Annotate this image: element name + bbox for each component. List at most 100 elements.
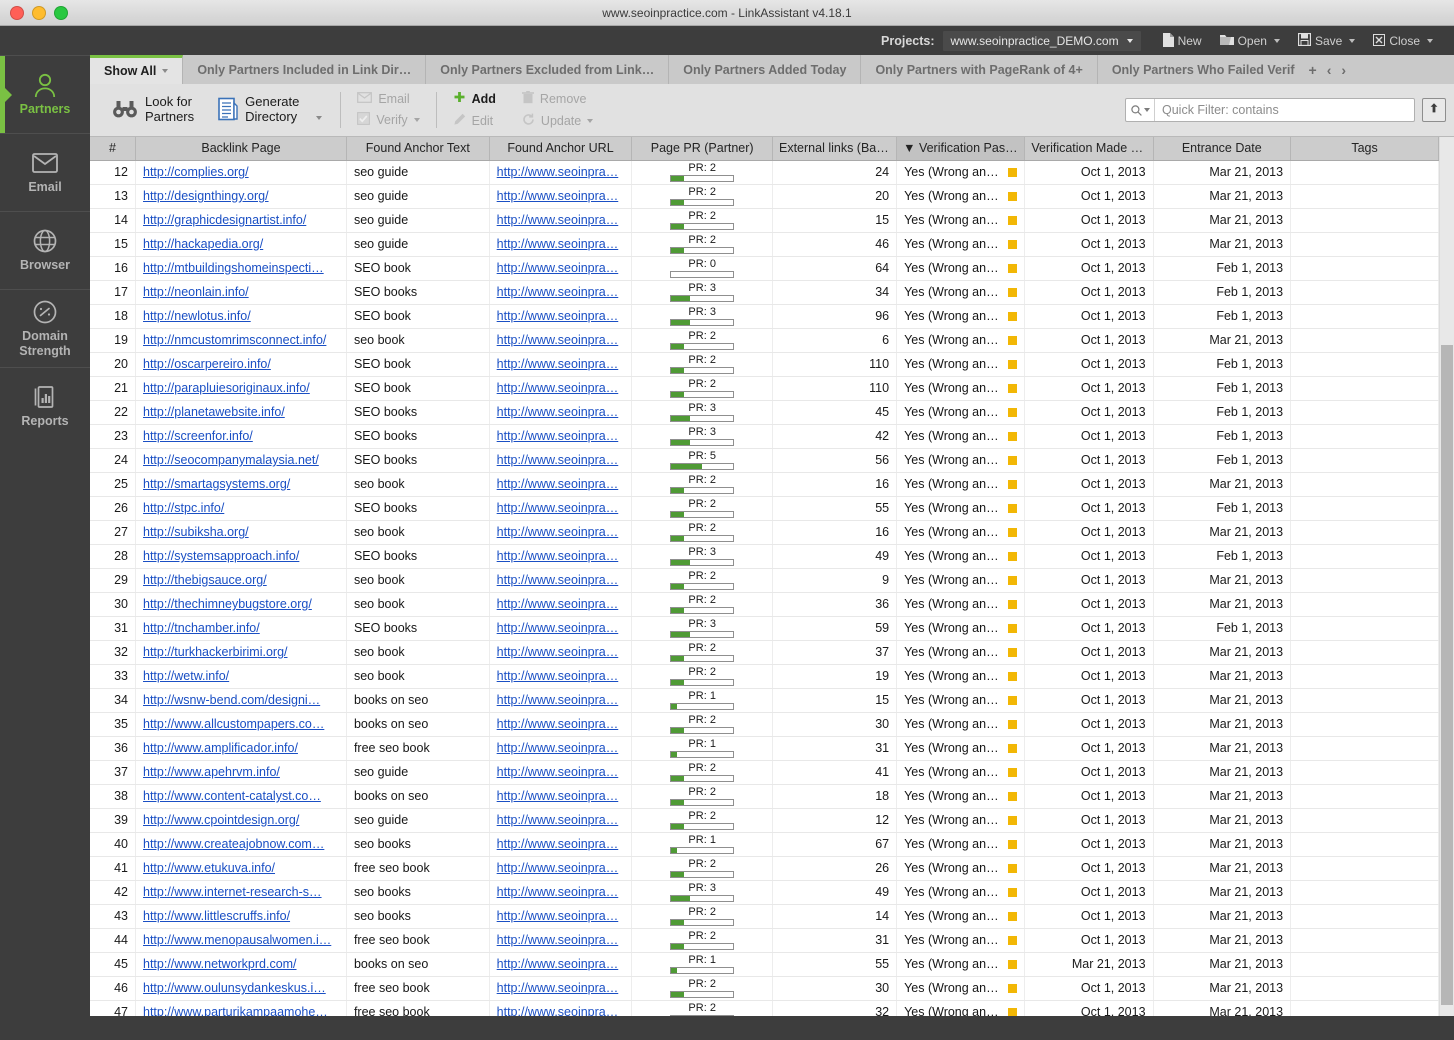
table-row[interactable]: 28 http://systemsapproach.info/SEO books h… xyxy=(90,544,1439,569)
backlink-page-link[interactable]: http://stpc.info/ xyxy=(143,501,224,515)
cell-anchor-url[interactable]: http://www.seoinpra… xyxy=(489,616,633,641)
backlink-page-link[interactable]: http://wsnw-bend.com/designi… xyxy=(143,693,320,707)
backlink-page-link[interactable]: http://designthingy.org/ xyxy=(143,189,269,203)
table-row[interactable]: 30 http://thechimneybugstore.org/seo book… xyxy=(90,592,1439,617)
verify-button[interactable]: Verify xyxy=(351,110,425,130)
backlink-page-link[interactable]: http://thebigsauce.org/ xyxy=(143,573,267,587)
cell-backlink-page[interactable]: http://www.content-catalyst.co… xyxy=(135,784,347,809)
table-row[interactable]: 40 http://www.createajobnow.com… seo books… xyxy=(90,832,1439,857)
cell-backlink-page[interactable]: http://thechimneybugstore.org/ xyxy=(135,592,347,617)
cell-backlink-page[interactable]: http://www.allcustompapers.co… xyxy=(135,712,347,737)
cell-anchor-url[interactable]: http://www.seoinpra… xyxy=(489,832,633,857)
anchor-url-link[interactable]: http://www.seoinpra… xyxy=(497,261,619,275)
cell-anchor-url[interactable]: http://www.seoinpra… xyxy=(489,232,633,257)
anchor-url-link[interactable]: http://www.seoinpra… xyxy=(497,453,619,467)
anchor-url-link[interactable]: http://www.seoinpra… xyxy=(497,693,619,707)
quick-filter-input[interactable]: Quick Filter: contains xyxy=(1125,98,1415,122)
table-row[interactable]: 31 http://tnchamber.info/SEO books http://… xyxy=(90,616,1439,641)
column-header-anchor_url[interactable]: Found Anchor URL xyxy=(489,137,633,161)
sidebar-item-reports[interactable]: Reports xyxy=(0,367,90,445)
cell-anchor-url[interactable]: http://www.seoinpra… xyxy=(489,256,633,281)
anchor-url-link[interactable]: http://www.seoinpra… xyxy=(497,933,619,947)
anchor-url-link[interactable]: http://www.seoinpra… xyxy=(497,213,619,227)
cell-backlink-page[interactable]: http://wetw.info/ xyxy=(135,664,347,689)
sidebar-item-partners[interactable]: Partners xyxy=(0,55,90,133)
tab-show-all[interactable]: Show All xyxy=(90,55,184,84)
column-header-page_pr[interactable]: Page PR (Partner) xyxy=(631,137,773,161)
export-button[interactable] xyxy=(1422,98,1446,122)
look-for-partners-button[interactable]: Look for Partners xyxy=(104,91,202,128)
cell-backlink-page[interactable]: http://stpc.info/ xyxy=(135,496,347,521)
backlink-page-link[interactable]: http://mtbuildingshomeinspecti… xyxy=(143,261,324,275)
table-row[interactable]: 26 http://stpc.info/SEO books http://www.s… xyxy=(90,496,1439,521)
update-button[interactable]: Update xyxy=(516,111,599,131)
anchor-url-link[interactable]: http://www.seoinpra… xyxy=(497,549,619,563)
cell-backlink-page[interactable]: http://systemsapproach.info/ xyxy=(135,544,347,569)
tab-failed-verification[interactable]: Only Partners Who Failed Verif xyxy=(1098,55,1299,84)
anchor-url-link[interactable]: http://www.seoinpra… xyxy=(497,285,619,299)
backlink-page-link[interactable]: http://oscarpereiro.info/ xyxy=(143,357,271,371)
table-row[interactable]: 35 http://www.allcustompapers.co… books on… xyxy=(90,712,1439,737)
chevron-down-icon[interactable] xyxy=(413,118,420,122)
table-row[interactable]: 23 http://screenfor.info/SEO books http://… xyxy=(90,424,1439,449)
anchor-url-link[interactable]: http://www.seoinpra… xyxy=(497,837,619,851)
cell-anchor-url[interactable]: http://www.seoinpra… xyxy=(489,376,633,401)
add-tab-button[interactable]: + xyxy=(1309,62,1317,78)
backlink-page-link[interactable]: http://nmcustomrimsconnect.info/ xyxy=(143,333,326,347)
backlink-page-link[interactable]: http://www.oulunsydankeskus.i… xyxy=(143,981,326,995)
cell-anchor-url[interactable]: http://www.seoinpra… xyxy=(489,952,633,977)
column-header-num[interactable]: # xyxy=(90,137,136,161)
anchor-url-link[interactable]: http://www.seoinpra… xyxy=(497,597,619,611)
backlink-page-link[interactable]: http://parapluiesoriginaux.info/ xyxy=(143,381,310,395)
tab-added-today[interactable]: Only Partners Added Today xyxy=(669,55,862,84)
column-header-tags[interactable]: Tags xyxy=(1290,137,1439,161)
backlink-page-link[interactable]: http://systemsapproach.info/ xyxy=(143,549,299,563)
close-project-button[interactable]: Close xyxy=(1364,31,1442,51)
backlink-page-link[interactable]: http://graphicdesignartist.info/ xyxy=(143,213,306,227)
table-row[interactable]: 20 http://oscarpereiro.info/SEO book http:… xyxy=(90,352,1439,377)
table-row[interactable]: 18 http://newlotus.info/SEO book http://ww… xyxy=(90,304,1439,329)
edit-button[interactable]: Edit xyxy=(447,111,502,131)
column-header-verification_passed[interactable]: ▼ Verification Passed xyxy=(896,137,1026,161)
close-window-button[interactable] xyxy=(10,5,24,20)
backlink-page-link[interactable]: http://www.cpointdesign.org/ xyxy=(143,813,299,827)
column-header-anchor_text[interactable]: Found Anchor Text xyxy=(346,137,490,161)
anchor-url-link[interactable]: http://www.seoinpra… xyxy=(497,357,619,371)
cell-backlink-page[interactable]: http://www.etukuva.info/ xyxy=(135,856,347,881)
table-row[interactable]: 24 http://seocompanymalaysia.net/SEO book… xyxy=(90,448,1439,473)
chevron-down-icon[interactable] xyxy=(316,115,323,120)
table-row[interactable]: 44 http://www.menopausalwomen.i… free seo … xyxy=(90,928,1439,953)
anchor-url-link[interactable]: http://www.seoinpra… xyxy=(497,501,619,515)
cell-anchor-url[interactable]: http://www.seoinpra… xyxy=(489,472,633,497)
table-row[interactable]: 15 http://hackapedia.org/seo guide http://… xyxy=(90,232,1439,257)
backlink-page-link[interactable]: http://planetawebsite.info/ xyxy=(143,405,285,419)
cell-backlink-page[interactable]: http://www.cpointdesign.org/ xyxy=(135,808,347,833)
anchor-url-link[interactable]: http://www.seoinpra… xyxy=(497,765,619,779)
table-row[interactable]: 29 http://thebigsauce.org/seo book http://… xyxy=(90,568,1439,593)
email-button[interactable]: Email xyxy=(351,90,425,108)
cell-backlink-page[interactable]: http://complies.org/ xyxy=(135,160,347,185)
backlink-page-link[interactable]: http://neonlain.info/ xyxy=(143,285,249,299)
search-icon[interactable] xyxy=(1126,99,1155,121)
cell-anchor-url[interactable]: http://www.seoinpra… xyxy=(489,736,633,761)
table-row[interactable]: 14 http://graphicdesignartist.info/seo gu… xyxy=(90,208,1439,233)
cell-anchor-url[interactable]: http://www.seoinpra… xyxy=(489,184,633,209)
tab-included-in-link-directory[interactable]: Only Partners Included in Link Dir… xyxy=(183,55,427,84)
table-row[interactable]: 32 http://turkhackerbirimi.org/seo book ht… xyxy=(90,640,1439,665)
table-row[interactable]: 25 http://smartagsystems.org/seo book http… xyxy=(90,472,1439,497)
cell-backlink-page[interactable]: http://wsnw-bend.com/designi… xyxy=(135,688,347,713)
cell-anchor-url[interactable]: http://www.seoinpra… xyxy=(489,688,633,713)
cell-anchor-url[interactable]: http://www.seoinpra… xyxy=(489,352,633,377)
table-row[interactable]: 12 http://complies.org/seo guide http://ww… xyxy=(90,160,1439,185)
cell-backlink-page[interactable]: http://www.menopausalwomen.i… xyxy=(135,928,347,953)
cell-backlink-page[interactable]: http://tnchamber.info/ xyxy=(135,616,347,641)
anchor-url-link[interactable]: http://www.seoinpra… xyxy=(497,573,619,587)
cell-anchor-url[interactable]: http://www.seoinpra… xyxy=(489,592,633,617)
anchor-url-link[interactable]: http://www.seoinpra… xyxy=(497,165,619,179)
sidebar-item-email[interactable]: Email xyxy=(0,133,90,211)
anchor-url-link[interactable]: http://www.seoinpra… xyxy=(497,309,619,323)
cell-anchor-url[interactable]: http://www.seoinpra… xyxy=(489,856,633,881)
cell-anchor-url[interactable]: http://www.seoinpra… xyxy=(489,664,633,689)
anchor-url-link[interactable]: http://www.seoinpra… xyxy=(497,909,619,923)
backlink-page-link[interactable]: http://www.content-catalyst.co… xyxy=(143,789,321,803)
